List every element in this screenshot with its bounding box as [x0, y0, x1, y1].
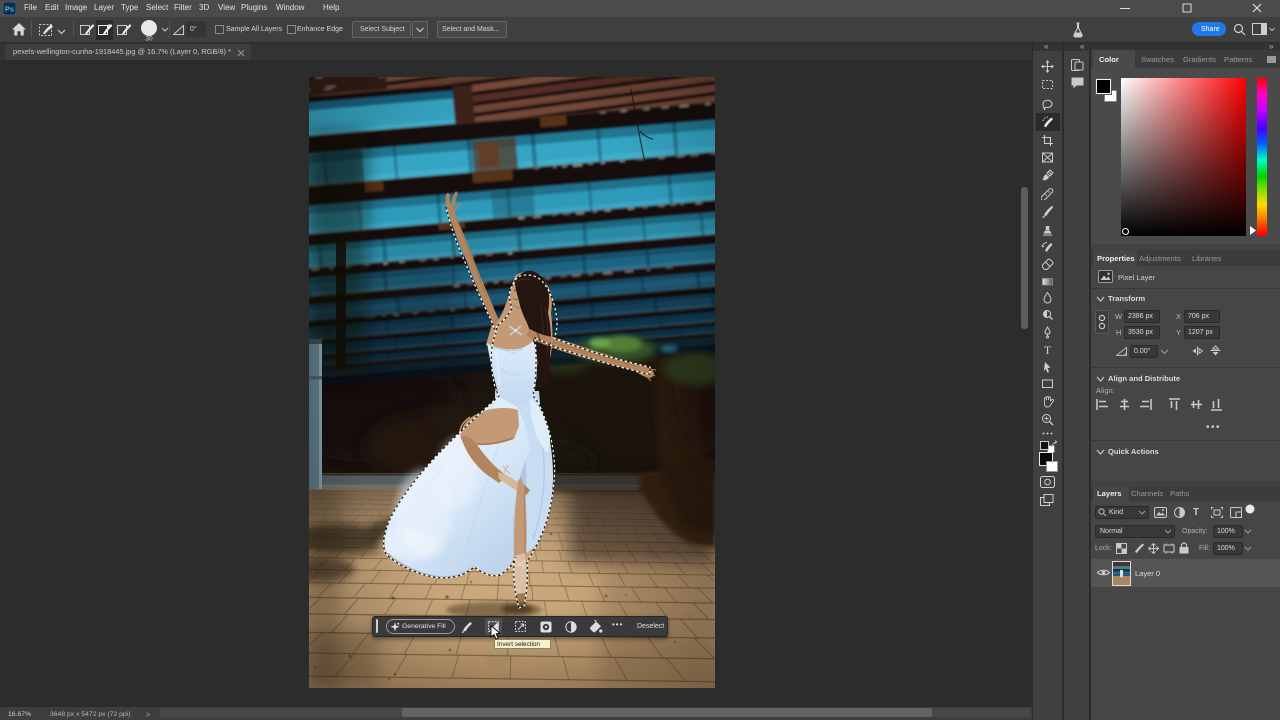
- svg-text:30: 30: [145, 36, 153, 42]
- svg-text:T: T: [1044, 343, 1052, 356]
- svg-text:Ps: Ps: [5, 5, 14, 14]
